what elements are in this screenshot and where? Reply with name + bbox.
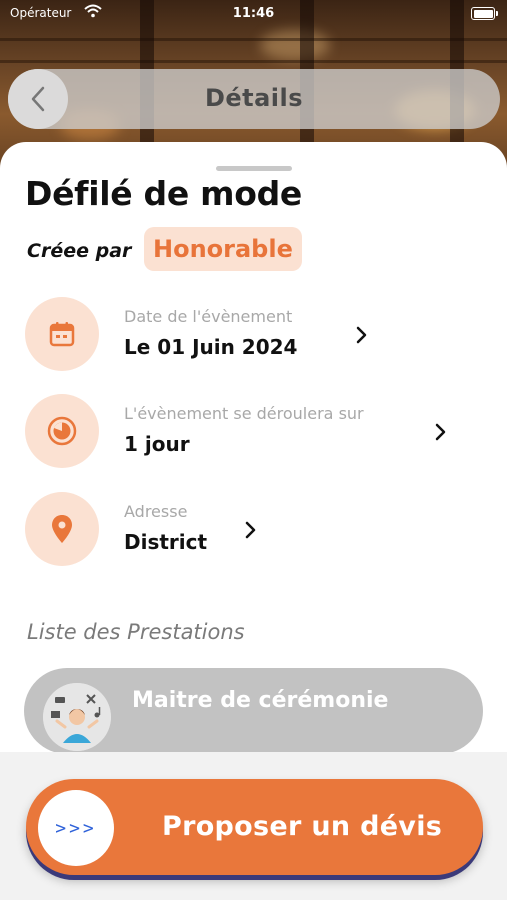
propose-quote-button[interactable]: >>> Proposer un dévis bbox=[26, 779, 483, 875]
chevron-right-icon bbox=[356, 326, 367, 344]
presenter-avatar bbox=[43, 683, 111, 751]
navigation-header: Détails bbox=[8, 69, 500, 129]
prestation-label: Maitre de cérémonie bbox=[132, 688, 389, 713]
event-duration-label: L'évènement se déroulera sur bbox=[124, 404, 364, 423]
triple-chevron-right-icon: >>> bbox=[55, 817, 97, 839]
clock-time: 11:46 bbox=[232, 6, 275, 21]
sheet-grabber[interactable] bbox=[216, 166, 292, 171]
creator-badge[interactable]: Honorable bbox=[144, 227, 302, 271]
event-duration-row[interactable]: L'évènement se déroulera sur 1 jour bbox=[0, 394, 507, 470]
event-address-value: District bbox=[124, 530, 208, 554]
chevron-right-icon bbox=[245, 521, 256, 539]
propose-quote-label: Proposer un dévis bbox=[162, 811, 443, 842]
prestations-section-title: Liste des Prestations bbox=[27, 620, 245, 644]
battery-icon bbox=[471, 7, 498, 20]
event-address-label: Adresse bbox=[124, 502, 188, 521]
event-date-row[interactable]: Date de l'évènement Le 01 Juin 2024 bbox=[0, 297, 507, 373]
slide-knob[interactable]: >>> bbox=[38, 790, 114, 866]
clock-icon bbox=[25, 394, 99, 468]
page-title: Détails bbox=[204, 84, 304, 112]
event-duration-value: 1 jour bbox=[124, 432, 190, 456]
event-title: Défilé de mode bbox=[25, 174, 302, 213]
created-by-label: Créee par bbox=[27, 240, 132, 262]
event-address-row[interactable]: Adresse District bbox=[0, 492, 507, 568]
chevron-right-icon bbox=[435, 423, 446, 441]
prestation-item[interactable]: Maitre de cérémonie bbox=[24, 668, 483, 754]
status-bar: Opérateur 11:46 bbox=[0, 0, 507, 28]
event-date-value: Le 01 Juin 2024 bbox=[124, 335, 298, 359]
event-date-label: Date de l'évènement bbox=[124, 307, 293, 326]
calendar-icon bbox=[25, 297, 99, 371]
location-pin-icon bbox=[25, 492, 99, 566]
